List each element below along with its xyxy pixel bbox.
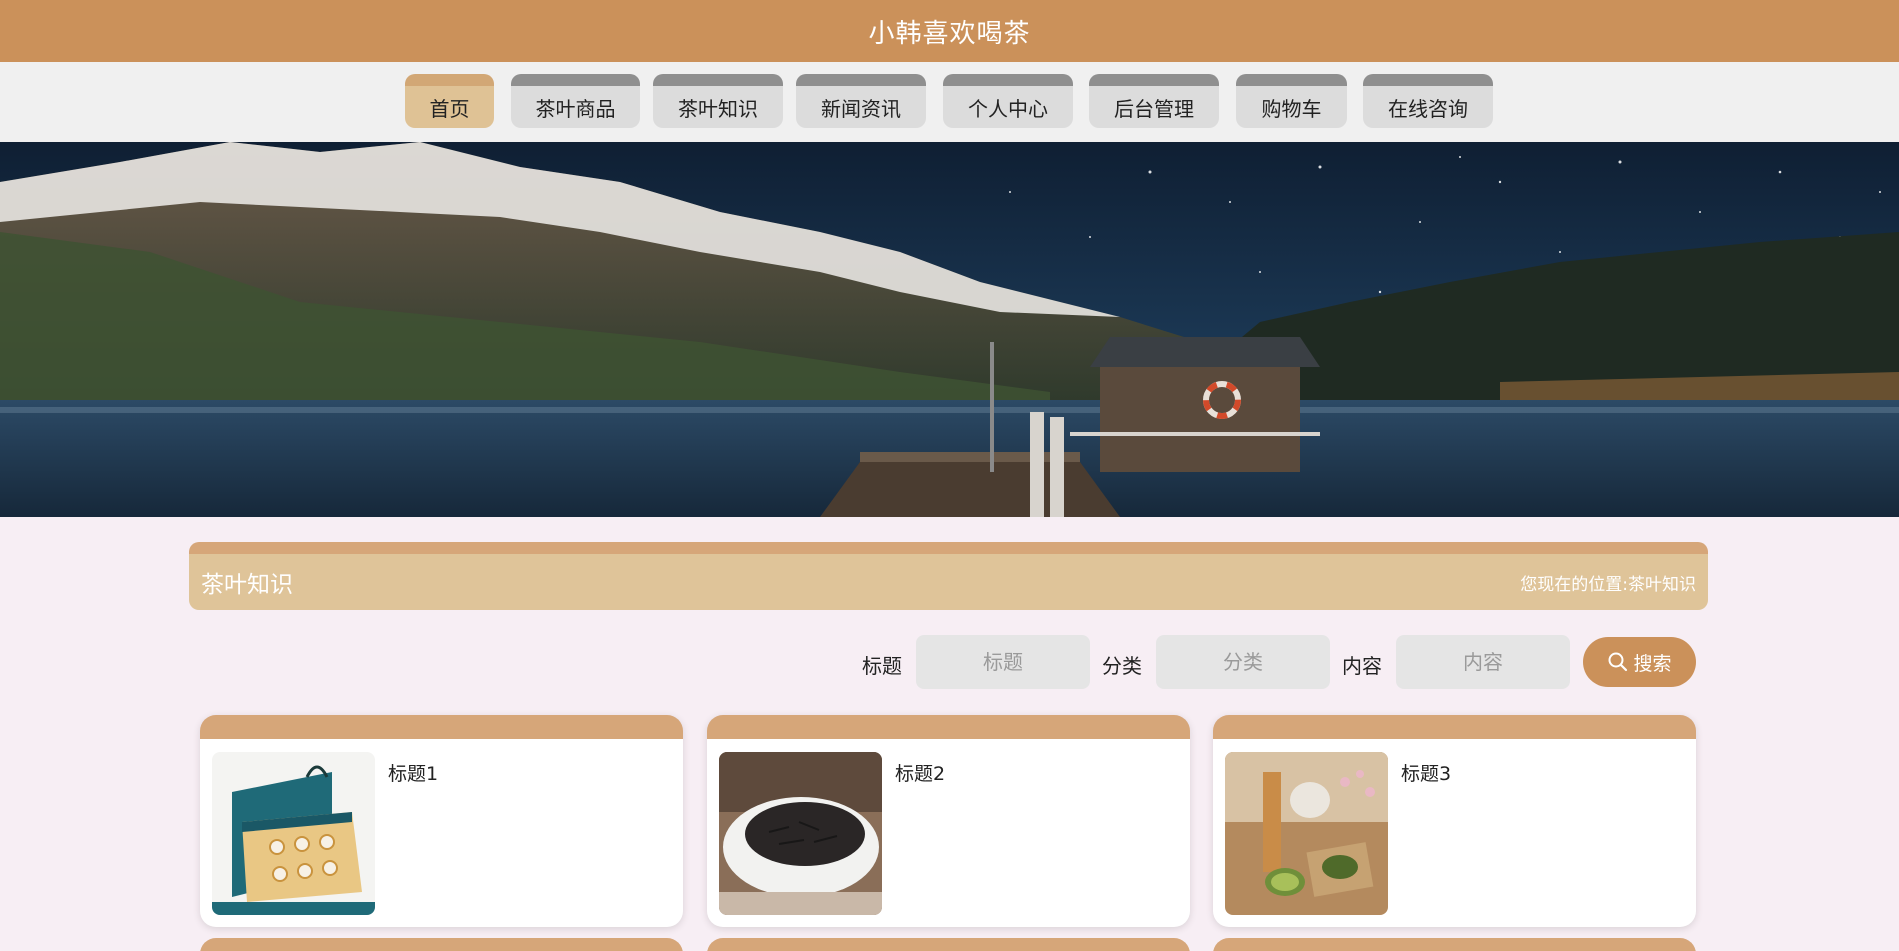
- content-search-label: 内容: [1342, 654, 1382, 678]
- nav-item-cart[interactable]: 购物车: [1236, 74, 1347, 128]
- category-search-input[interactable]: [1156, 635, 1330, 689]
- site-header: 小韩喜欢喝茶: [0, 0, 1899, 62]
- content-search-input[interactable]: [1396, 635, 1570, 689]
- section-header: 茶叶知识 您现在的位置: 茶叶知识: [189, 542, 1708, 610]
- black-tea-leaves-image[interactable]: [719, 752, 882, 915]
- nav-item-online-consult[interactable]: 在线咨询: [1363, 74, 1493, 128]
- category-search-label: 分类: [1102, 654, 1142, 678]
- nav-item-admin[interactable]: 后台管理: [1089, 74, 1219, 128]
- breadcrumb: 您现在的位置: 茶叶知识: [1520, 570, 1696, 595]
- knowledge-card[interactable]: 标题3: [1213, 715, 1696, 927]
- nav-item-tea-products[interactable]: 茶叶商品: [511, 74, 640, 128]
- nav-item-tea-knowledge[interactable]: 茶叶知识: [653, 74, 783, 128]
- breadcrumb-current[interactable]: 茶叶知识: [1628, 570, 1696, 595]
- knowledge-card-partial[interactable]: [707, 938, 1190, 951]
- title-search-input[interactable]: [916, 635, 1090, 689]
- site-title: 小韩喜欢喝茶: [868, 18, 1031, 49]
- knowledge-card[interactable]: 标题1: [200, 715, 683, 927]
- card-title[interactable]: 标题1: [388, 759, 438, 786]
- search-button-label: 搜索: [1633, 652, 1672, 675]
- section-title: 茶叶知识: [201, 572, 293, 598]
- nav-item-news[interactable]: 新闻资讯: [796, 74, 926, 128]
- hero-landscape-image: [0, 142, 1899, 517]
- tea-set-image[interactable]: [1225, 752, 1388, 915]
- knowledge-card-partial[interactable]: [200, 938, 683, 951]
- nav-item-home[interactable]: 首页: [405, 74, 494, 128]
- search-button[interactable]: 搜索: [1583, 637, 1696, 687]
- main-nav: 首页 茶叶商品 茶叶知识 新闻资讯 个人中心 后台管理 购物车 在线咨询: [0, 62, 1899, 142]
- card-title[interactable]: 标题2: [895, 759, 945, 786]
- nav-item-personal-center[interactable]: 个人中心: [943, 74, 1073, 128]
- tea-gift-box-image[interactable]: [212, 752, 375, 915]
- knowledge-card[interactable]: 标题2: [707, 715, 1190, 927]
- hero-banner: [0, 142, 1899, 517]
- title-search-label: 标题: [862, 654, 902, 678]
- search-icon: [1608, 652, 1628, 672]
- breadcrumb-prefix: 您现在的位置:: [1520, 574, 1628, 595]
- knowledge-card-partial[interactable]: [1213, 938, 1696, 951]
- card-title[interactable]: 标题3: [1401, 759, 1451, 786]
